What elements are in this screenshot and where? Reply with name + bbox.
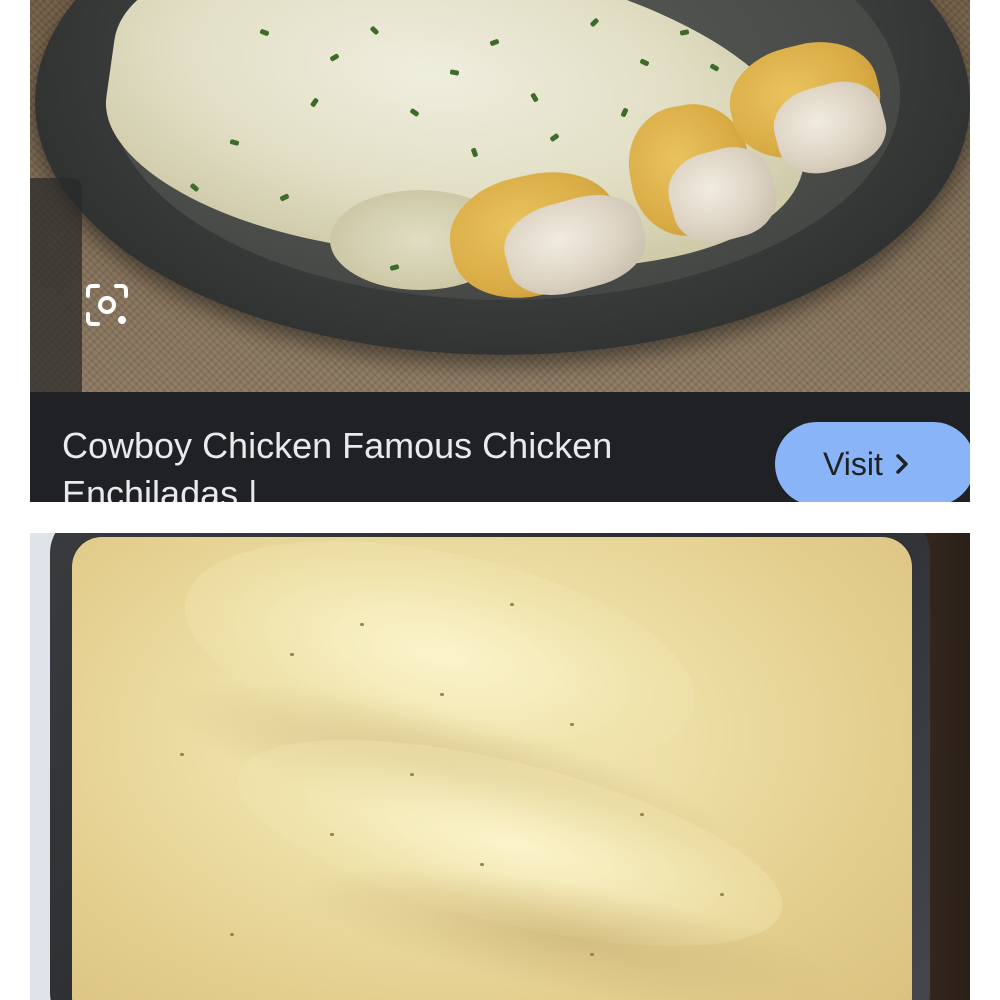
herb-speck [180, 753, 184, 756]
herb-speck [480, 863, 484, 866]
herb-speck [590, 953, 594, 956]
image-result-card[interactable]: Cowboy Chicken Famous Chicken Enchiladas… [30, 0, 970, 502]
result-title[interactable]: Cowboy Chicken Famous Chicken Enchiladas… [62, 422, 742, 502]
chevron-right-icon [896, 454, 908, 474]
lens-icon[interactable] [84, 282, 130, 328]
herb-speck [640, 813, 644, 816]
visit-button[interactable]: Visit [775, 422, 970, 502]
side-panel-handle[interactable] [30, 178, 82, 502]
visit-label: Visit [823, 445, 883, 482]
herb-speck [720, 893, 724, 896]
herb-speck [440, 693, 444, 696]
herb-speck [570, 723, 574, 726]
herb-speck [410, 773, 414, 776]
herb-speck [290, 653, 294, 656]
herb-speck [330, 833, 334, 836]
herb-speck [360, 623, 364, 626]
herb-speck [510, 603, 514, 606]
enchiladas-photo[interactable] [30, 0, 970, 392]
second-image-result[interactable] [30, 533, 970, 1000]
result-title-bar: Cowboy Chicken Famous Chicken Enchiladas… [30, 392, 970, 502]
herb-speck [230, 933, 234, 936]
